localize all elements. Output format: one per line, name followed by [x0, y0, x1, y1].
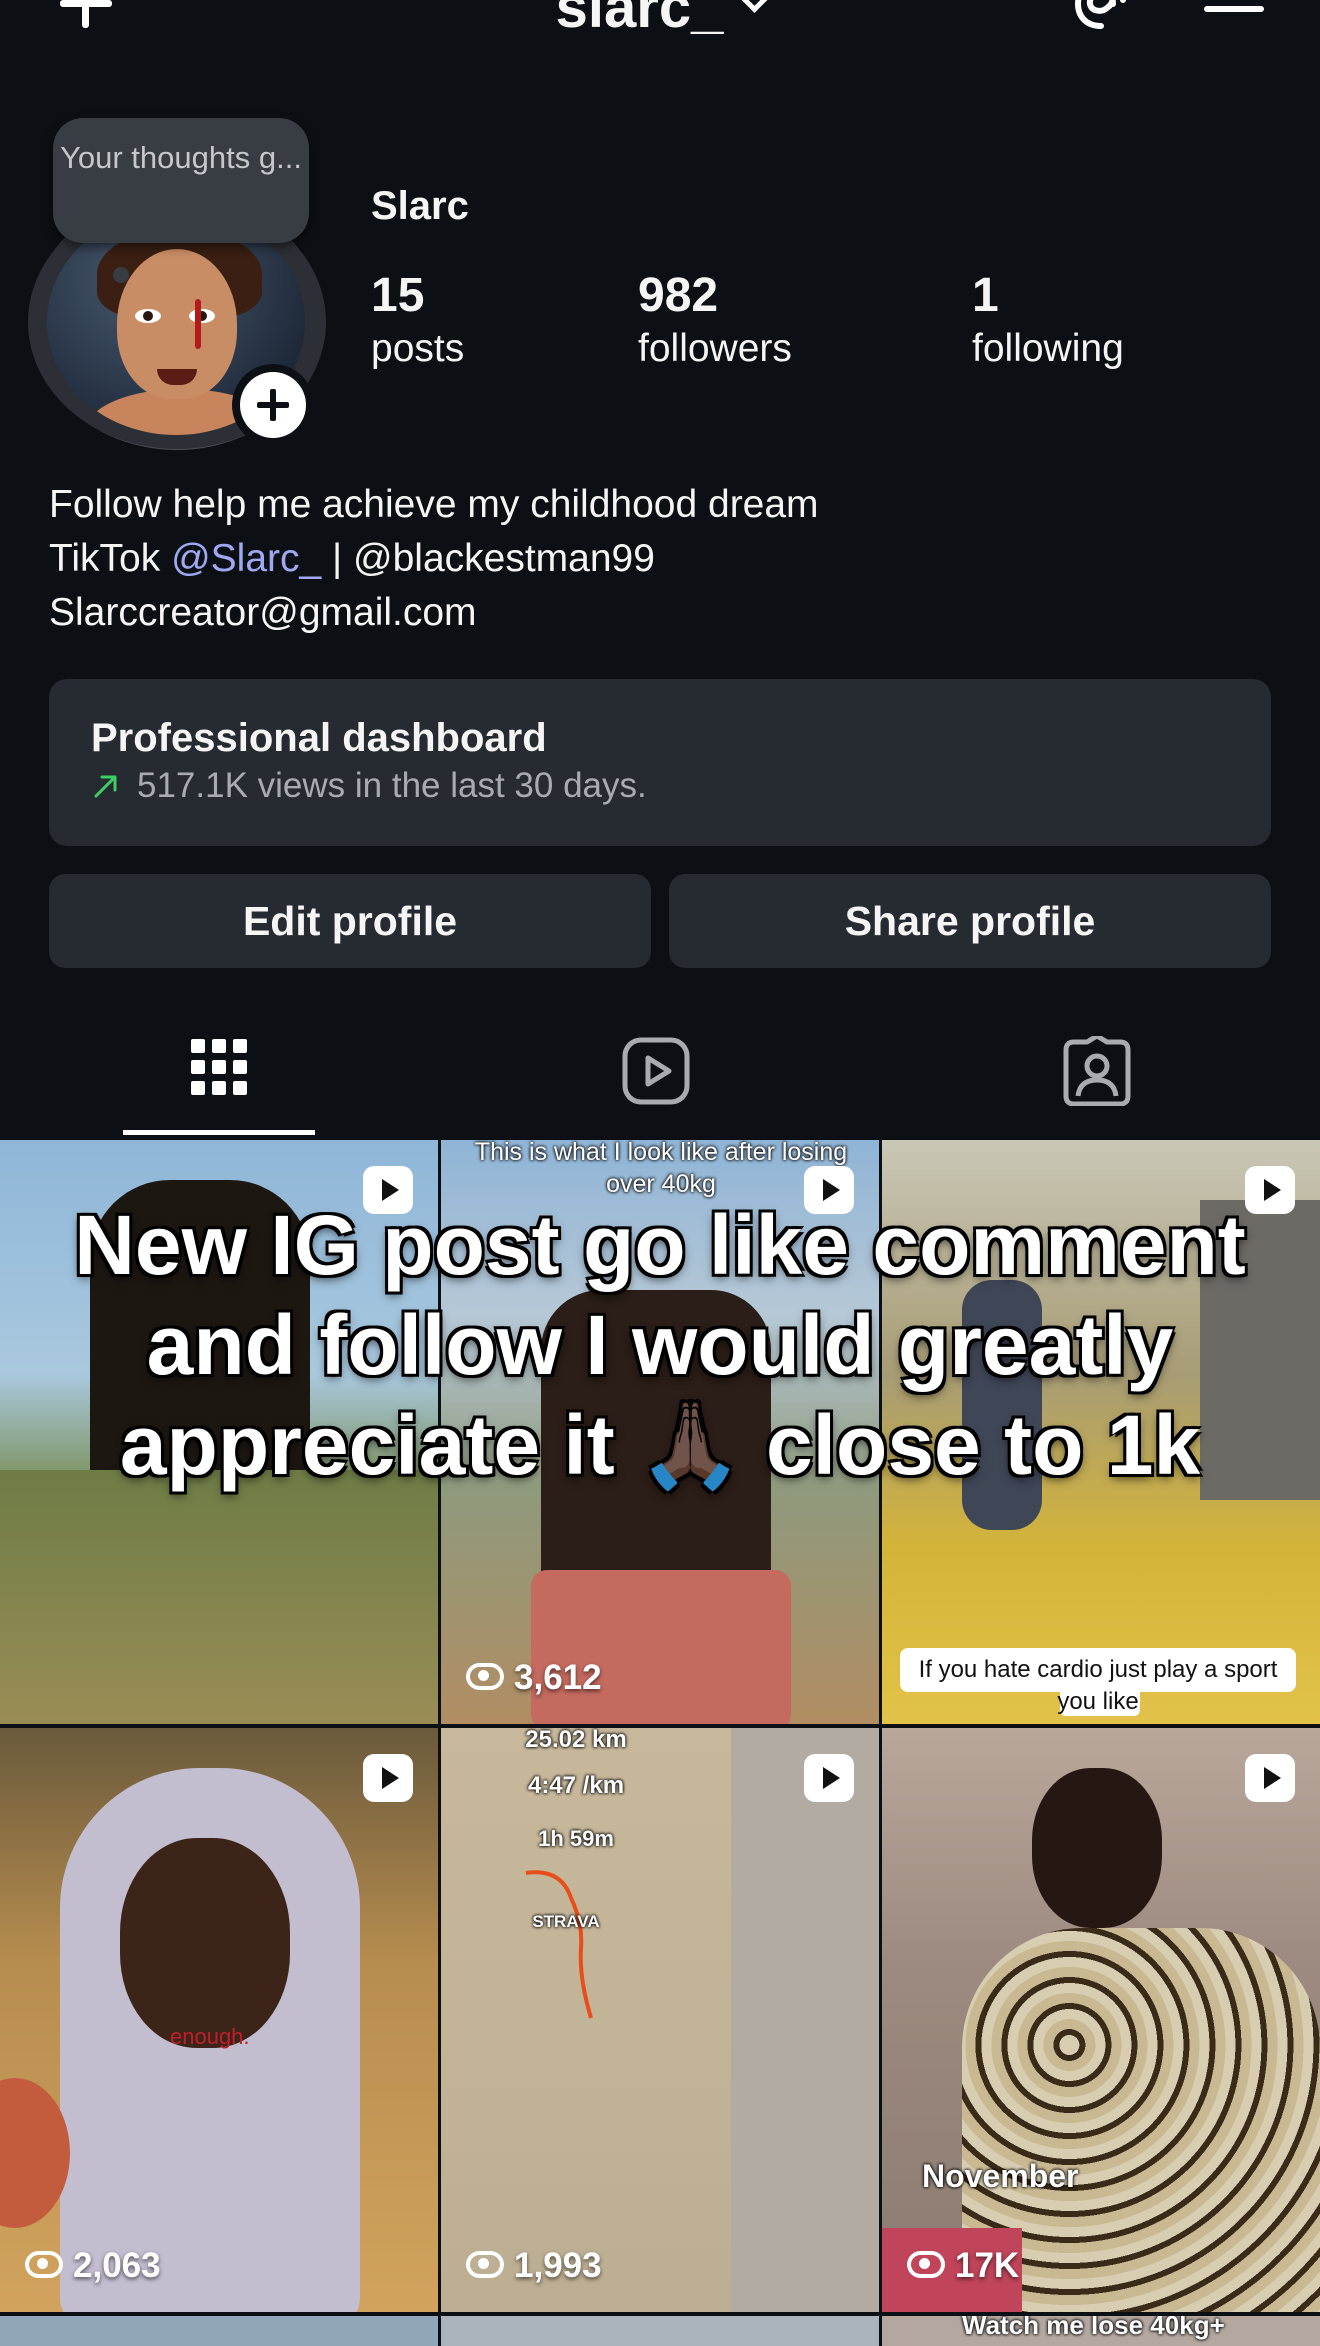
eye-icon [466, 1663, 504, 1691]
following-count[interactable]: 1 [972, 268, 999, 323]
bio-line: TikTok @Slarc_ | @blackestman99 [49, 537, 655, 580]
chevron-down-icon [741, 0, 769, 13]
post-caption: This is what I look like after losing ov… [474, 1140, 848, 1198]
active-tab-indicator [123, 1130, 315, 1135]
dashboard-title: Professional dashboard [91, 716, 547, 760]
post-thumbnail[interactable] [0, 2316, 438, 2346]
reels-tab-icon[interactable] [621, 1036, 691, 1106]
post-thumbnail[interactable]: November 17K [882, 1728, 1320, 2312]
reel-icon [1245, 1754, 1295, 1802]
reel-icon [804, 1754, 854, 1802]
strava-time: 1h 59m [538, 1826, 614, 1851]
professional-dashboard-card[interactable] [49, 679, 1271, 846]
post-caption: November [922, 2158, 1079, 2194]
menu-icon[interactable] [1204, 0, 1264, 30]
post-caption: enough. [170, 2024, 250, 2049]
grid-tab-icon[interactable] [184, 1036, 254, 1106]
tiktok-handle-link[interactable]: @Slarc_ [171, 537, 321, 580]
plus-icon [240, 372, 306, 438]
post-caption: If you hate cardio just play a sport you… [918, 1656, 1278, 1715]
posts-count[interactable]: 15 [371, 268, 424, 323]
view-count: 17K [907, 2246, 1019, 2286]
note-bubble-tail [113, 267, 129, 283]
story-overlay-caption: New IG post go like comment and follow I… [74, 1198, 1246, 1492]
tagged-tab-icon[interactable] [1062, 1036, 1132, 1106]
strava-distance: 25.02 km [525, 1728, 627, 1753]
strava-logo: STRAVA [532, 1912, 600, 1931]
share-profile-button[interactable]: Share profile [669, 874, 1271, 968]
eye-icon [25, 2251, 63, 2279]
add-story-button[interactable] [232, 364, 314, 446]
note-text: Your thoughts g... [60, 140, 302, 175]
following-label[interactable]: following [972, 327, 1124, 371]
post-thumbnail[interactable]: enough. 2,063 [0, 1728, 438, 2312]
note-bubble[interactable] [53, 118, 309, 243]
posts-label[interactable]: posts [371, 327, 464, 371]
strava-pace: 4:47 /km [527, 1772, 625, 1799]
bio-line: Follow help me achieve my childhood drea… [49, 483, 819, 526]
post-thumbnail[interactable]: 25.02 km 4:47 /km 1h 59m STRAVA 1,993 [441, 1728, 879, 2312]
followers-count[interactable]: 982 [638, 268, 718, 323]
post-thumbnail[interactable]: Watch me lose 40kg+ [882, 2316, 1320, 2346]
post-thumbnail[interactable] [441, 2316, 879, 2346]
edit-profile-button[interactable]: Edit profile [49, 874, 651, 968]
eye-icon [466, 2251, 504, 2279]
threads-icon[interactable] [1073, 0, 1129, 30]
eye-icon [907, 2251, 945, 2279]
username-label: slarc_ [555, 0, 724, 40]
reel-icon [363, 1754, 413, 1802]
trending-up-icon [94, 775, 117, 798]
followers-label[interactable]: followers [638, 327, 792, 371]
post-caption: Watch me lose 40kg+ [962, 2316, 1225, 2340]
dashboard-subtitle: 517.1K views in the last 30 days. [137, 766, 647, 805]
view-count: 2,063 [25, 2246, 161, 2286]
display-name: Slarc [371, 184, 469, 228]
view-count: 1,993 [466, 2246, 602, 2286]
view-count: 3,612 [466, 1658, 602, 1698]
bio-email: Slarccreator@gmail.com [49, 591, 477, 634]
